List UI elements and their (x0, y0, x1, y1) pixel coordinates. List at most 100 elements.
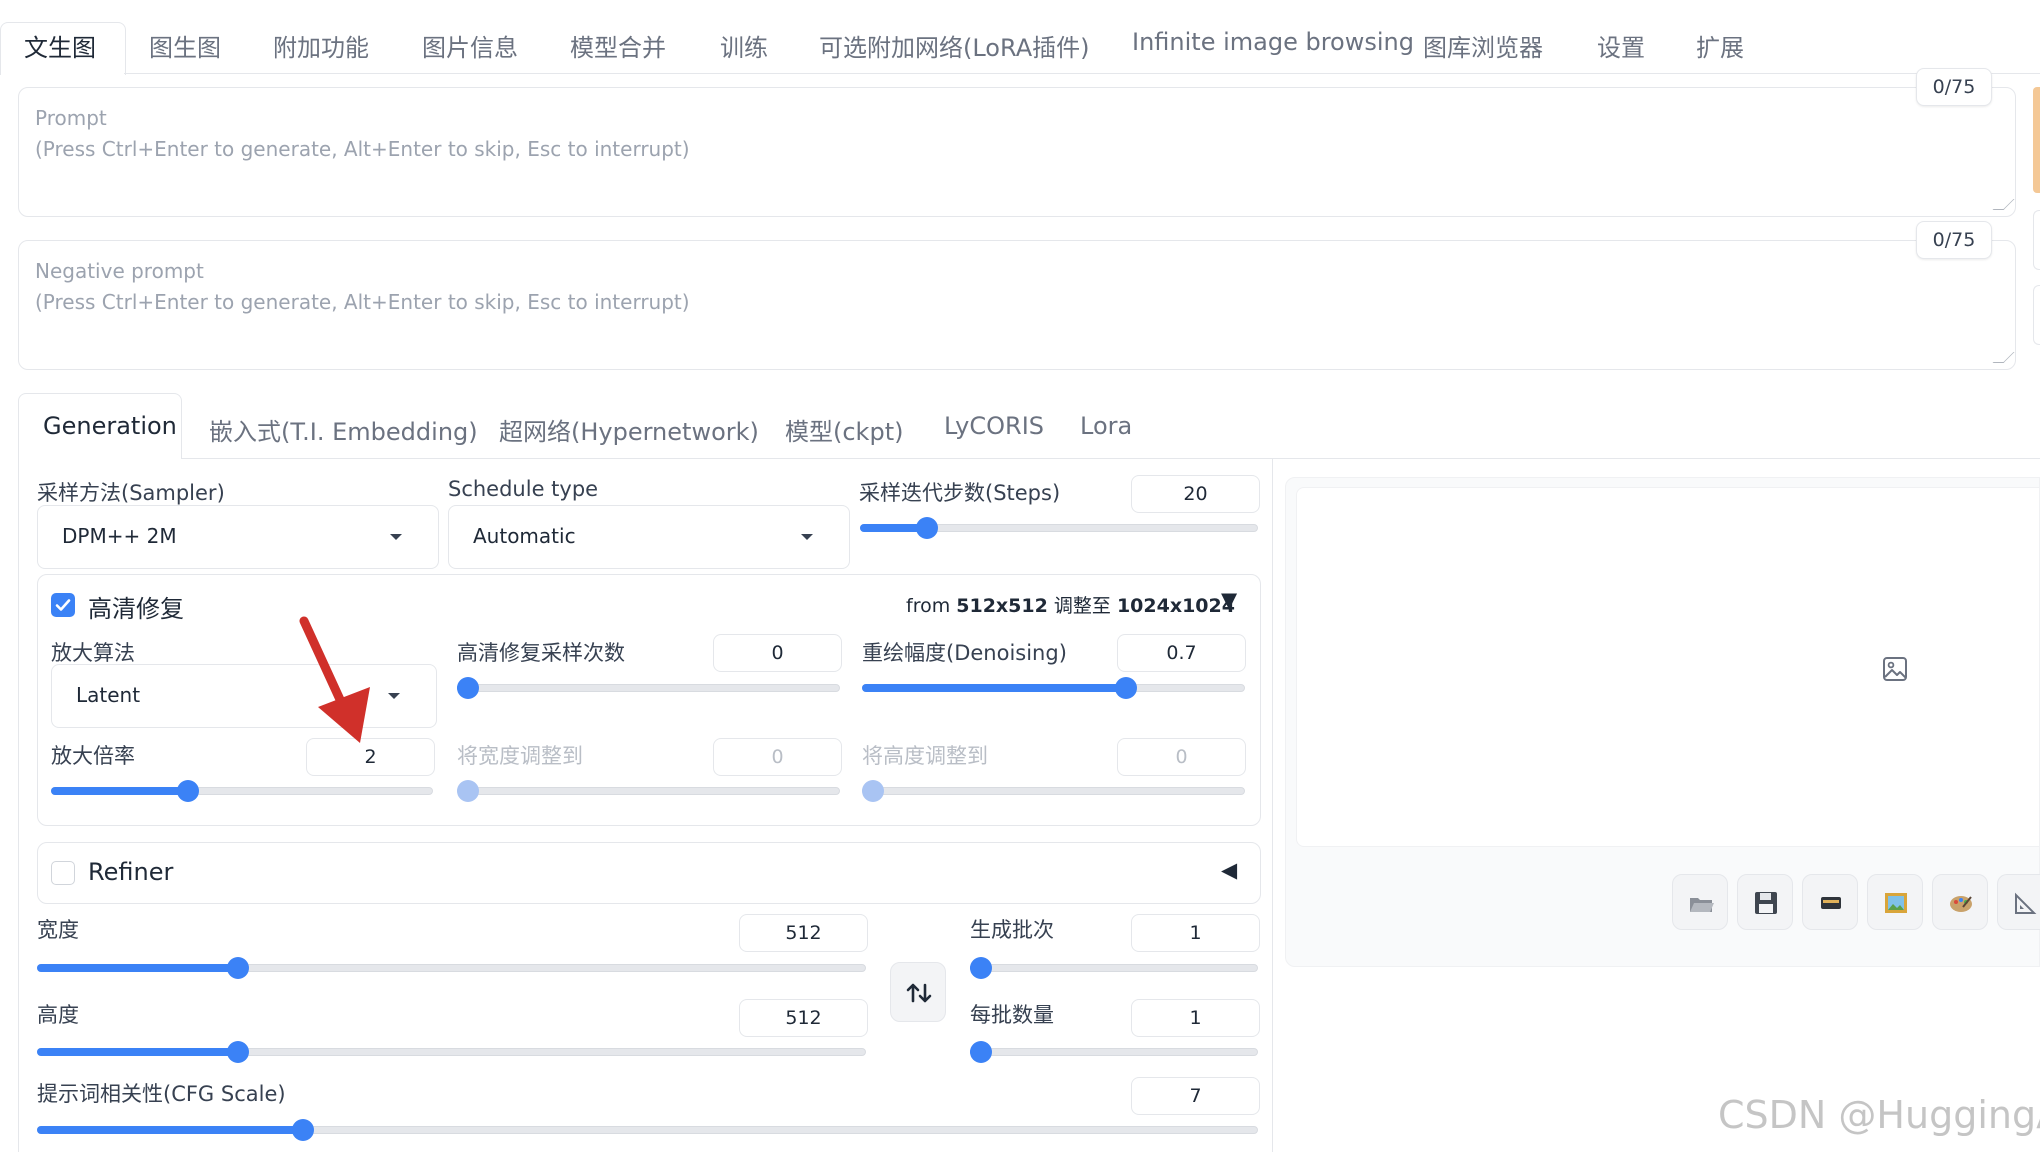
refiner-checkbox[interactable] (51, 861, 75, 885)
send-to-inpaint-icon (1950, 896, 1972, 912)
sampler-value: DPM++ 2M (62, 524, 177, 548)
denoising-slider[interactable] (862, 677, 1245, 699)
slider-thumb[interactable] (457, 780, 479, 802)
hires-steps-label: 高清修复采样次数 (457, 641, 625, 665)
height-input[interactable]: 512 (739, 999, 868, 1037)
resize-width-slider[interactable] (457, 780, 840, 802)
refiner-panel (37, 842, 1261, 904)
batch-count-input[interactable]: 1 (1131, 914, 1260, 952)
generate-button-edge[interactable] (2033, 87, 2040, 193)
tab-img2img[interactable]: 图生图 (149, 28, 221, 63)
hires-fix-checkbox[interactable] (51, 593, 75, 617)
resize-width-label: 将宽度调整到 (457, 744, 583, 768)
swap-dimensions-button[interactable] (890, 962, 946, 1022)
batch-count-slider[interactable] (970, 957, 1258, 979)
negative-prompt-token-counter: 0/75 (1916, 221, 1992, 259)
height-slider[interactable] (37, 1041, 866, 1063)
hires-resize-info: from 512x512 调整至 1024x1024 (906, 595, 1235, 617)
tab-infinite-image-browsing[interactable]: Infinite image browsing (1132, 28, 1414, 56)
slider-thumb[interactable] (457, 677, 479, 699)
hires-steps-slider[interactable] (457, 677, 840, 699)
hires-steps-input[interactable]: 0 (713, 634, 842, 672)
resize-height-input[interactable]: 0 (1117, 738, 1246, 776)
upscale-by-slider[interactable] (51, 780, 433, 802)
tab-lycoris[interactable]: LyCORIS (944, 412, 1044, 440)
slider-thumb[interactable] (916, 517, 939, 539)
slider-thumb[interactable] (1114, 677, 1137, 699)
schedule-type-dropdown[interactable]: Automatic (448, 505, 850, 569)
tab-settings[interactable]: 设置 (1597, 28, 1645, 63)
swap-dimensions-icon (906, 983, 932, 1003)
tab-image-browser[interactable]: 图库浏览器 (1423, 28, 1543, 63)
width-label: 宽度 (37, 918, 79, 942)
slider-thumb[interactable] (862, 780, 884, 802)
denoising-input[interactable]: 0.7 (1117, 634, 1246, 672)
sampler-dropdown[interactable]: DPM++ 2M (37, 505, 439, 569)
tab-extras[interactable]: 附加功能 (273, 28, 369, 63)
resize-handle-icon[interactable] (1992, 199, 2015, 210)
upscale-by-label: 放大倍率 (51, 744, 135, 768)
cfg-scale-label: 提示词相关性(CFG Scale) (37, 1082, 286, 1106)
open-folder-button[interactable] (1672, 874, 1728, 930)
tab-train[interactable]: 训练 (720, 28, 768, 63)
hires-fix-label[interactable]: 高清修复 (88, 589, 184, 624)
side-tool-button-edge[interactable] (2033, 285, 2040, 345)
negative-prompt-input[interactable]: Negative prompt (Press Ctrl+Enter to gen… (18, 240, 2016, 370)
batch-size-slider[interactable] (970, 1041, 1258, 1063)
upscaler-label: 放大算法 (51, 641, 135, 665)
slider-thumb[interactable] (970, 957, 992, 979)
tab-lora[interactable]: Lora (1080, 412, 1132, 440)
expand-triangle-icon[interactable]: ◀ (1221, 858, 1237, 882)
width-slider[interactable] (37, 957, 866, 979)
cfg-scale-slider[interactable] (37, 1119, 1258, 1141)
denoising-label: 重绘幅度(Denoising) (862, 641, 1067, 665)
batch-size-input[interactable]: 1 (1131, 999, 1260, 1037)
resize-handle-icon[interactable] (1992, 352, 2015, 363)
negative-prompt-placeholder-label: Negative prompt (35, 259, 204, 283)
cfg-scale-input[interactable]: 7 (1131, 1077, 1260, 1115)
chevron-down-icon (390, 534, 402, 540)
tab-hypernetwork[interactable]: 超网络(Hypernetwork) (499, 412, 759, 447)
refiner-label[interactable]: Refiner (88, 858, 173, 886)
tab-generation[interactable]: Generation (43, 412, 177, 440)
slider-thumb[interactable] (226, 1041, 249, 1063)
send-to-img2img-button[interactable] (1867, 874, 1923, 930)
annotation-arrow-icon (299, 616, 370, 743)
batch-size-label: 每批数量 (970, 1003, 1054, 1027)
tab-png-info[interactable]: 图片信息 (422, 28, 518, 63)
schedule-type-label: Schedule type (448, 477, 599, 501)
resize-width-input[interactable]: 0 (713, 738, 842, 776)
zip-button[interactable] (1802, 874, 1858, 930)
slider-thumb[interactable] (292, 1119, 315, 1141)
slider-thumb[interactable] (177, 780, 199, 802)
side-tool-button-edge[interactable] (2033, 210, 2040, 270)
send-to-extras-button[interactable] (1997, 874, 2040, 930)
save-button[interactable] (1737, 874, 1793, 930)
checkmark-icon (55, 599, 71, 611)
height-label: 高度 (37, 1003, 79, 1027)
send-to-inpaint-button[interactable] (1932, 874, 1988, 930)
tab-checkpoint-merger[interactable]: 模型合并 (570, 28, 666, 63)
width-input[interactable]: 512 (739, 914, 868, 952)
watermark: CSDN @HuggingAI (1718, 1093, 2040, 1137)
resize-height-slider[interactable] (862, 780, 1245, 802)
save-icon (1755, 892, 1777, 914)
zip-icon (1821, 897, 1841, 909)
steps-input[interactable]: 20 (1131, 475, 1260, 513)
tab-txt2img[interactable]: 文生图 (24, 28, 96, 63)
slider-thumb[interactable] (226, 957, 249, 979)
output-gallery[interactable] (1296, 487, 2040, 847)
send-to-extras-icon (2015, 892, 2037, 914)
prompt-token-counter: 0/75 (1916, 68, 1992, 106)
collapse-triangle-icon[interactable]: ▼ (1221, 588, 1237, 612)
steps-slider[interactable] (860, 517, 1258, 539)
tab-checkpoints[interactable]: 模型(ckpt) (785, 412, 903, 447)
tab-extensions[interactable]: 扩展 (1696, 28, 1744, 63)
steps-label: 采样迭代步数(Steps) (859, 481, 1061, 505)
prompt-input[interactable]: Prompt (Press Ctrl+Enter to generate, Al… (18, 87, 2016, 217)
tab-textual-inversion[interactable]: 嵌入式(T.I. Embedding) (209, 412, 478, 447)
resize-height-label: 将高度调整到 (862, 744, 988, 768)
tab-additional-networks[interactable]: 可选附加网络(LoRA插件) (819, 28, 1089, 63)
slider-thumb[interactable] (970, 1041, 992, 1063)
chevron-down-icon (388, 693, 400, 699)
